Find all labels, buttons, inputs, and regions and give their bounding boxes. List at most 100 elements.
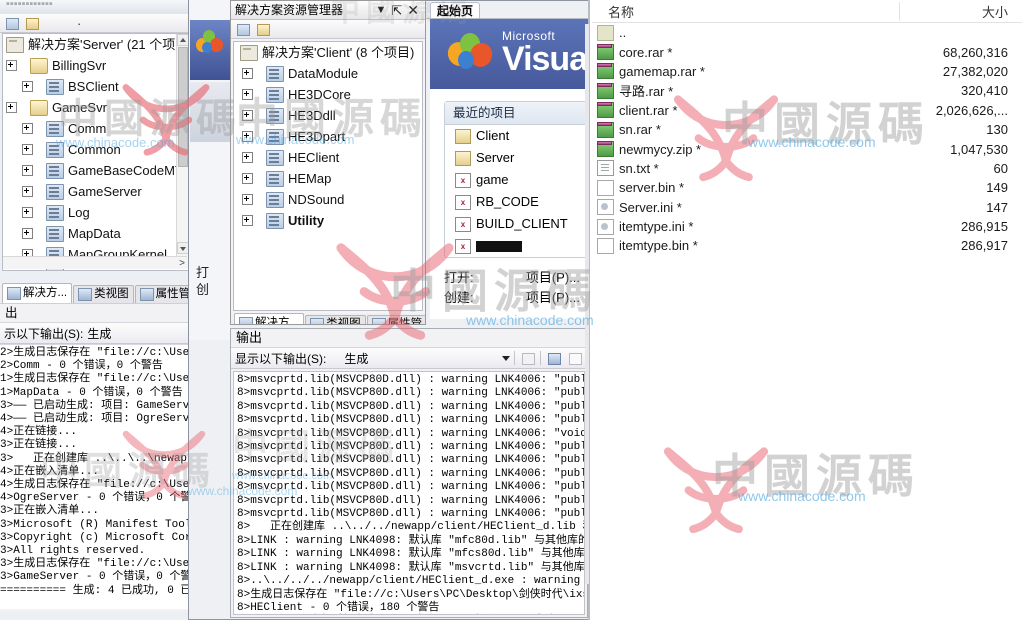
go-to-previous-icon[interactable] xyxy=(566,350,583,367)
tree-item-he3dcore[interactable]: HE3DCore xyxy=(234,84,422,105)
tree-item-bsclient[interactable]: BSClient xyxy=(3,76,189,97)
expander-plus-icon[interactable] xyxy=(242,215,253,226)
expander-plus-icon[interactable] xyxy=(242,131,253,142)
expander-plus-icon[interactable] xyxy=(22,207,33,218)
mid-solution-titlebar[interactable]: 解决方案资源管理器 ▼ ⇱ ✕ xyxy=(231,1,425,20)
create-row[interactable]: 创建: 项目(P)... xyxy=(430,288,590,308)
column-header-size[interactable]: 大小 xyxy=(899,1,1022,21)
tree-item-hemap[interactable]: HEMap xyxy=(234,168,422,189)
class-view-icon xyxy=(310,318,325,324)
create-value[interactable]: 项目(P)... xyxy=(526,288,590,308)
file-name-cell: .. xyxy=(592,24,900,41)
expander-plus-icon[interactable] xyxy=(242,68,253,79)
xml-icon: x xyxy=(455,172,471,188)
tab-solution-explorer[interactable]: 解决方... xyxy=(234,313,305,324)
tree-item-gamesvr[interactable]: GameSvr xyxy=(3,97,189,118)
expander-plus-icon[interactable] xyxy=(22,123,33,134)
pin-icon[interactable]: ⇱ xyxy=(391,4,402,17)
mid-solution-tree[interactable]: 解决方案'Client' (8 个项目) DataModule HE3DCore H… xyxy=(233,41,423,311)
recent-item[interactable]: x xyxy=(445,235,590,257)
table-row[interactable]: 寻路.rar * 320,410 xyxy=(592,81,1022,100)
expander-plus-icon[interactable] xyxy=(242,194,253,205)
table-row[interactable]: sn.rar * 130 xyxy=(592,120,1022,139)
scroll-thumb[interactable] xyxy=(178,47,188,167)
tree-item-ndsound[interactable]: NDSound xyxy=(234,189,422,210)
vs-toolwindow-icon-1 xyxy=(196,30,224,58)
expander-plus-icon[interactable] xyxy=(22,144,33,155)
expander-plus-icon[interactable] xyxy=(22,270,33,271)
mid-solution-tabs[interactable]: 解决方... 类视图 属性管... xyxy=(231,313,425,324)
table-row[interactable]: gamemap.rar * 27,382,020 xyxy=(592,62,1022,81)
chevron-down-icon[interactable]: ▼ xyxy=(375,4,386,16)
clear-all-icon[interactable] xyxy=(519,350,536,367)
table-row[interactable]: server.bin * 149 xyxy=(592,178,1022,197)
left-solution-tree[interactable]: 解决方案'Server' (21 个项目 BillingSvr BSClient G… xyxy=(2,33,190,271)
left-tree-hscrollbar[interactable]: > xyxy=(3,256,187,269)
recent-item[interactable]: x game xyxy=(445,169,590,191)
open-row[interactable]: 打开: 项目(P)... xyxy=(430,268,590,288)
dropdown-icon[interactable] xyxy=(502,355,510,361)
recent-item[interactable]: x BUILD_CLIENT xyxy=(445,213,590,235)
expander-plus-icon[interactable] xyxy=(22,186,33,197)
table-row[interactable]: newmycy.zip * 1,047,530 xyxy=(592,139,1022,158)
start-page: Microsoft Visual 最近的项目 Client Server x game… xyxy=(430,19,590,319)
expander-plus-icon[interactable] xyxy=(242,110,253,121)
properties-icon[interactable] xyxy=(234,21,251,38)
tree-item-he3ddll[interactable]: HE3Ddll xyxy=(234,105,422,126)
tree-item-comm[interactable]: Comm xyxy=(3,118,189,139)
tree-item-utility[interactable]: Utility xyxy=(234,210,422,231)
expander-minus-icon[interactable] xyxy=(6,60,17,71)
go-to-next-icon[interactable] xyxy=(545,350,562,367)
table-row[interactable]: Server.ini * 147 xyxy=(592,198,1022,217)
tree-item-heclient[interactable]: HEClient xyxy=(234,147,422,168)
recent-item[interactable]: Server xyxy=(445,147,590,169)
mid-output-filter-value[interactable]: 生成 xyxy=(344,350,368,367)
expander-plus-icon[interactable] xyxy=(242,152,253,163)
tree-item-label: HEMap xyxy=(288,171,332,186)
table-row[interactable]: sn.txt * 60 xyxy=(592,159,1022,178)
tree-root-row[interactable]: 解决方案'Client' (8 个项目) xyxy=(234,42,422,63)
tree-item-he3dpart[interactable]: HE3Dpart xyxy=(234,126,422,147)
tree-item-log[interactable]: Log xyxy=(3,202,189,223)
recent-item[interactable]: Client xyxy=(445,125,590,147)
left-output-filter-value[interactable]: 生成 xyxy=(87,325,111,342)
tree-item-datamodule[interactable]: DataModule xyxy=(234,63,422,84)
expander-plus-icon[interactable] xyxy=(22,228,33,239)
table-row[interactable]: .. xyxy=(592,23,1022,42)
tree-item-billingsvr[interactable]: BillingSvr xyxy=(3,55,189,76)
expander-plus-icon[interactable] xyxy=(242,89,253,100)
recent-item[interactable]: x RB_CODE xyxy=(445,191,590,213)
mid-output-toolbar[interactable]: 显示以下输出(S): 生成 xyxy=(231,348,587,369)
properties-icon[interactable] xyxy=(3,15,20,32)
expander-plus-icon[interactable] xyxy=(242,173,253,184)
close-icon[interactable]: ✕ xyxy=(407,3,419,17)
tab-solution-explorer[interactable]: 解决方... xyxy=(2,283,73,303)
tab-class-view[interactable]: 类视图 xyxy=(73,285,134,303)
column-header-name[interactable]: 名称 xyxy=(592,2,899,21)
mid-solution-toolbar[interactable] xyxy=(231,20,425,39)
show-all-files-icon[interactable] xyxy=(23,15,40,32)
file-list-header[interactable]: 名称 大小 xyxy=(592,0,1022,23)
file-list-rows[interactable]: .. core.rar * 68,260,316 gamemap.rar * 27,38… xyxy=(592,23,1022,256)
tab-property-manager[interactable]: 属性管... xyxy=(366,315,425,324)
table-row[interactable]: core.rar * 68,260,316 xyxy=(592,42,1022,61)
tree-root-row[interactable]: 解决方案'Server' (21 个项目 xyxy=(3,34,189,55)
table-row[interactable]: itemtype.ini * 286,915 xyxy=(592,217,1022,236)
table-row[interactable]: client.rar * 2,026,626,... xyxy=(592,101,1022,120)
log-line: 8>msvcprtd.lib(MSVCP80D.dll) : warning L… xyxy=(237,374,584,386)
tree-item-common[interactable]: Common xyxy=(3,139,189,160)
open-value[interactable]: 项目(P)... xyxy=(526,268,590,288)
tree-item-gameserver[interactable]: GameServer xyxy=(3,181,189,202)
file-size-cell: 130 xyxy=(986,122,1008,138)
show-all-files-icon[interactable] xyxy=(254,21,271,38)
tree-item-mapdata[interactable]: MapData xyxy=(3,223,189,244)
file-list-scrollbar[interactable] xyxy=(585,24,589,584)
left-window-titlebar-text: ▪▪▪▪▪▪▪▪▪▪▪▪ xyxy=(6,0,53,10)
mid-output-filter[interactable]: 显示以下输出(S): 生成 xyxy=(235,350,498,367)
table-row[interactable]: itemtype.bin * 286,917 xyxy=(592,236,1022,255)
tree-item-gamebasecodemt[interactable]: GameBaseCodeMT xyxy=(3,160,189,181)
expander-plus-icon[interactable] xyxy=(22,165,33,176)
expander-plus-icon[interactable] xyxy=(22,81,33,92)
expander-minus-icon[interactable] xyxy=(6,102,17,113)
tab-class-view[interactable]: 类视图 xyxy=(305,315,366,324)
